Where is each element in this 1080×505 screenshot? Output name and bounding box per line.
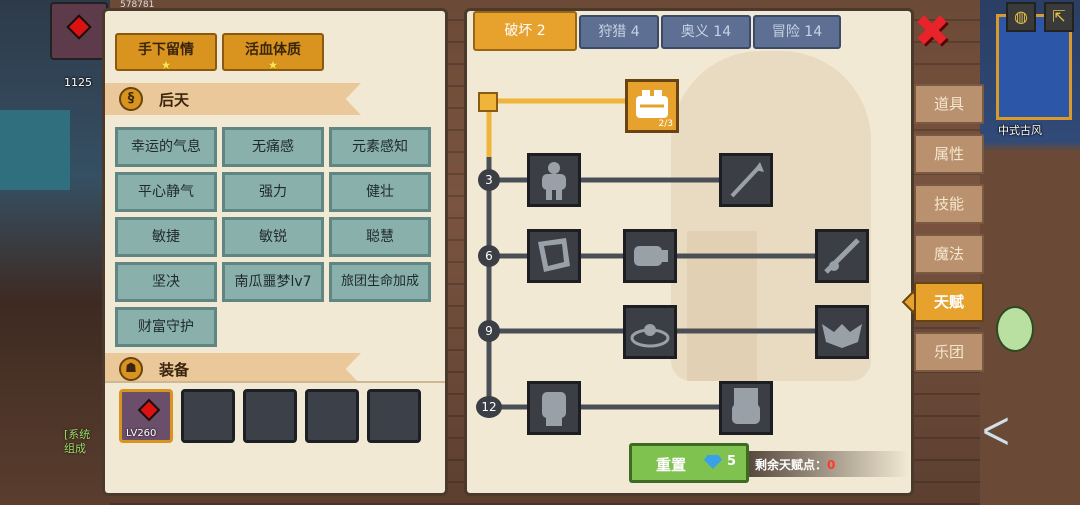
equipment-slot[interactable] (367, 389, 421, 443)
egg-item (996, 306, 1034, 352)
talent-button-vitality[interactable]: 活血体质 ★ (222, 33, 324, 71)
talent-node[interactable] (527, 153, 581, 207)
talent-node[interactable] (719, 381, 773, 435)
talent-tree-panel: 破坏 2 狩猎 4 奥义 14 冒险 14 3 6 9 12 2/3 重置 5 … (464, 8, 914, 496)
remaining-value: 0 (827, 458, 836, 472)
close-icon[interactable]: ✖ (912, 10, 952, 54)
system-chat: [系统 组成 (64, 428, 90, 456)
equipment-slot[interactable] (243, 389, 297, 443)
section-title: 后天 (159, 91, 190, 109)
talent-node-count: 2/3 (658, 119, 673, 129)
talent-node[interactable] (815, 229, 869, 283)
side-tab-talents[interactable]: 天赋 (914, 282, 984, 322)
talent-cell[interactable]: 聪慧 (329, 217, 431, 257)
equipment-slot[interactable] (181, 389, 235, 443)
reset-label: 重置 (656, 456, 687, 474)
bat-wings-icon (822, 324, 862, 348)
talent-cell[interactable]: 敏捷 (115, 217, 217, 257)
strength-body-icon (542, 162, 566, 200)
talent-cell[interactable]: 南瓜噩梦lv7 (222, 262, 324, 302)
navigation-joystick-icon[interactable]: ᐸ (968, 406, 1024, 458)
equipment-slot[interactable]: LV260 (119, 389, 173, 443)
talent-node[interactable] (719, 153, 773, 207)
system-chat-line: 组成 (64, 442, 86, 455)
owned-talents-panel: 手下留情 ★ 活血体质 ★ § 后天 幸运的气息 无痛感 元素感知 平心静气 强… (102, 8, 448, 496)
clenched-fist-icon (542, 392, 566, 426)
tree-level-marker: 9 (478, 320, 500, 342)
talent-button-mercy[interactable]: 手下留情 ★ (115, 33, 217, 71)
talent-cell[interactable]: 无痛感 (222, 127, 324, 167)
talent-button-label: 手下留情 (138, 42, 194, 58)
equipment-level: LV260 (126, 428, 157, 439)
talent-cell[interactable]: 幸运的气息 (115, 127, 217, 167)
sword-strike-icon (824, 238, 860, 274)
player-level-badge: 1125 (64, 76, 92, 89)
left-scenery (0, 0, 110, 505)
star-icon: ★ (160, 58, 172, 72)
globe-icon[interactable]: ◍ (1006, 2, 1036, 32)
talent-node[interactable] (527, 229, 581, 283)
section-title: 装备 (159, 361, 190, 379)
talent-cell[interactable]: 平心静气 (115, 172, 217, 212)
talent-node[interactable] (623, 229, 677, 283)
heavy-fist-icon (732, 388, 760, 424)
acquired-talent-icon: § (119, 87, 143, 111)
diamond-icon (704, 455, 722, 469)
equipment-bar: LV260 (105, 381, 445, 451)
side-tab-magic[interactable]: 魔法 (914, 234, 984, 274)
talent-node[interactable] (527, 381, 581, 435)
talent-button-label: 活血体质 (245, 42, 301, 58)
system-chat-line: [系统 (64, 428, 91, 441)
side-tab-troupe[interactable]: 乐团 (914, 332, 984, 372)
equipment-slot[interactable] (305, 389, 359, 443)
section-header-acquired: § 后天 (105, 83, 361, 115)
talent-cell[interactable]: 旅团生命加成 (329, 262, 431, 302)
talent-cell[interactable]: 元素感知 (329, 127, 431, 167)
character-gem-icon (137, 398, 161, 422)
reset-talents-button[interactable]: 重置 5 (629, 443, 749, 483)
remaining-points: 剩余天赋点：0 (749, 451, 909, 477)
talent-cell[interactable]: 健壮 (329, 172, 431, 212)
equipment-icon: ☗ (119, 357, 143, 381)
talent-cell[interactable]: 敏锐 (222, 217, 324, 257)
side-tab-attributes[interactable]: 属性 (914, 134, 984, 174)
reset-cost: 5 (727, 454, 737, 469)
ripple-icon (630, 324, 670, 348)
side-tab-skills[interactable]: 技能 (914, 184, 984, 224)
talent-node[interactable] (623, 305, 677, 359)
side-tab-items[interactable]: 道具 (914, 84, 984, 124)
talent-cell[interactable]: 坚决 (115, 262, 217, 302)
tree-level-marker: 12 (476, 396, 502, 418)
exit-icon[interactable]: ⇱ (1044, 2, 1074, 32)
water-pool (0, 110, 70, 190)
map-label: 中式古风 (998, 124, 1042, 137)
tree-level-marker: 6 (478, 245, 500, 267)
remaining-points-text: 剩余天赋点：0 (755, 456, 835, 473)
star-icon: ★ (267, 58, 279, 72)
player-avatar[interactable] (50, 2, 108, 60)
talent-cell[interactable]: 财富守护 (115, 307, 217, 347)
talent-node[interactable] (815, 305, 869, 359)
talent-node-arm-wrestle[interactable]: 2/3 (625, 79, 679, 133)
tree-level-marker: 3 (478, 169, 500, 191)
arrow-hit-icon (730, 162, 764, 198)
talent-cell[interactable]: 强力 (222, 172, 324, 212)
fist-punch-icon (634, 246, 668, 266)
fragment-icon (538, 238, 570, 272)
remaining-label: 剩余天赋点： (755, 458, 828, 472)
